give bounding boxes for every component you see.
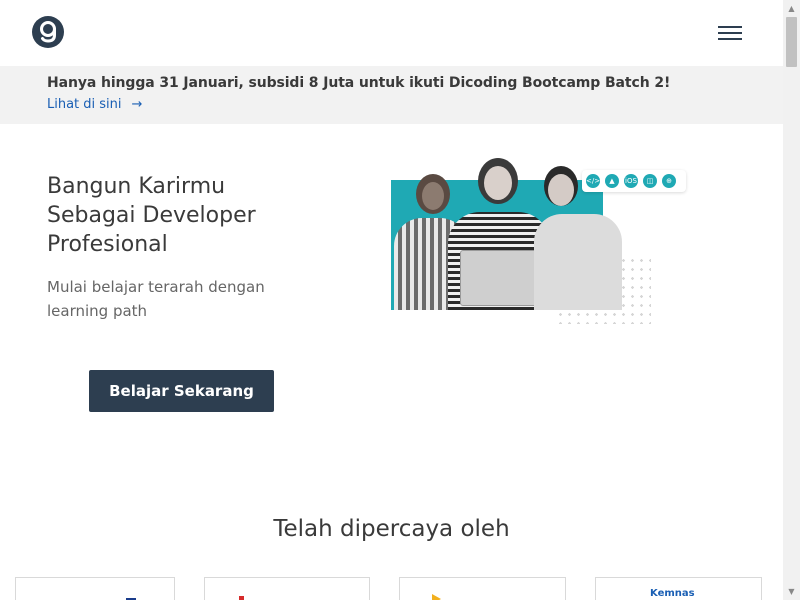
ios-icon: iOS xyxy=(624,174,638,188)
partner-logo xyxy=(239,596,244,600)
scroll-down-arrow-icon[interactable]: ▼ xyxy=(783,583,800,600)
top-navbar xyxy=(0,0,783,66)
dicoding-logo-icon[interactable] xyxy=(32,16,64,48)
promo-link-label[interactable]: Lihat di sini xyxy=(47,97,122,112)
promo-banner: Hanya hingga 31 Januari, subsidi 8 Juta … xyxy=(0,66,783,124)
hero-title-line: Sebagai Developer xyxy=(47,203,256,228)
partner-card xyxy=(399,577,566,600)
scrollbar-thumb[interactable] xyxy=(786,17,797,67)
web-icon: ⊕ xyxy=(662,174,676,188)
hero-title-line: Profesional xyxy=(47,232,168,257)
android-icon: ▲ xyxy=(605,174,619,188)
page: Hanya hingga 31 Januari, subsidi 8 Juta … xyxy=(0,0,783,600)
partner-card: Kemnas xyxy=(595,577,762,600)
promo-link[interactable]: Lihat di sini → xyxy=(47,97,142,112)
tech-stack-badge: </> ▲ iOS ◫ ⊕ xyxy=(582,170,686,192)
hero-title-line: Bangun Karirmu xyxy=(47,174,226,199)
partner-card xyxy=(204,577,370,600)
hero-illustration: </> ▲ iOS ◫ ⊕ xyxy=(386,156,686,326)
cloud-icon: ◫ xyxy=(643,174,657,188)
belajar-sekarang-button[interactable]: Belajar Sekarang xyxy=(89,370,274,412)
hero-subtitle: Mulai belajar terarah dengan learning pa… xyxy=(47,278,265,320)
trusted-by-heading: Telah dipercaya oleh xyxy=(273,516,510,542)
hero-title: Bangun Karirmu Sebagai Developer Profesi… xyxy=(47,172,347,259)
promo-text: Hanya hingga 31 Januari, subsidi 8 Juta … xyxy=(47,75,671,91)
scroll-up-arrow-icon[interactable]: ▲ xyxy=(783,0,800,17)
arrow-right-icon: → xyxy=(131,97,143,112)
partner-card xyxy=(15,577,175,600)
code-icon: </> xyxy=(586,174,600,188)
hamburger-menu-icon[interactable] xyxy=(718,26,742,40)
partner-logo xyxy=(432,594,441,600)
partner-logo-kemnas: Kemnas xyxy=(650,588,695,599)
vertical-scrollbar[interactable]: ▲ ▼ xyxy=(783,0,800,600)
